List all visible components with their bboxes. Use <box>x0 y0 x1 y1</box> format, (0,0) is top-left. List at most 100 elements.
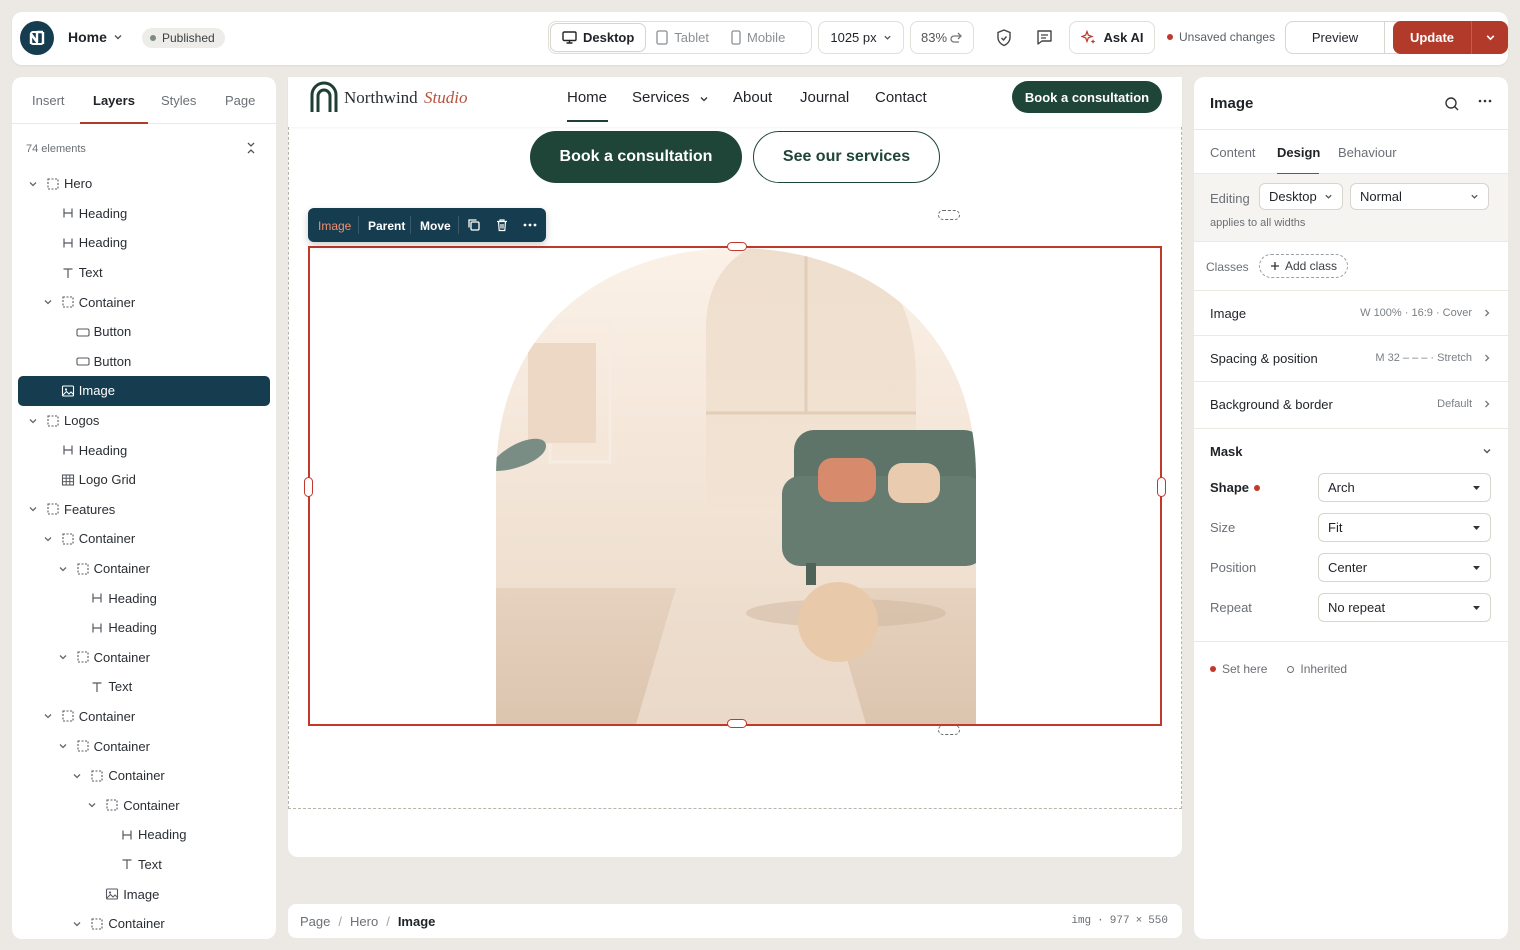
layer-row-container[interactable]: Features <box>18 495 270 525</box>
comment-icon[interactable] <box>1036 29 1053 46</box>
layer-row-text[interactable]: Text <box>18 672 270 702</box>
resize-handle-right[interactable] <box>1157 477 1166 497</box>
tab-insert[interactable]: Insert <box>32 93 65 108</box>
search-icon[interactable] <box>1444 96 1460 112</box>
device-tablet-button[interactable]: Tablet <box>645 24 720 51</box>
spacing-handle-top[interactable] <box>938 210 960 220</box>
layer-row-heading[interactable]: Heading <box>18 435 270 465</box>
layer-row-heading[interactable]: Heading <box>18 613 270 643</box>
editing-device-select[interactable]: Desktop <box>1259 183 1343 210</box>
layer-row-container[interactable]: Hero <box>18 169 270 199</box>
site-nav-contact[interactable]: Contact <box>875 89 927 106</box>
breadcrumb-page[interactable]: Page <box>300 914 330 929</box>
chevron-down-icon[interactable] <box>43 297 53 307</box>
tab-layers[interactable]: Layers <box>93 93 135 108</box>
tab-styles[interactable]: Styles <box>161 93 196 108</box>
layer-row-text[interactable]: Text <box>18 850 270 880</box>
chevron-down-icon[interactable] <box>43 711 53 721</box>
section-title: Background & border <box>1210 397 1333 412</box>
section-spacing-position[interactable]: Spacing & position M 32 – – – · Stretch <box>1194 335 1508 380</box>
chevron-down-icon[interactable] <box>58 741 68 751</box>
site-nav-services[interactable]: Services <box>632 89 690 106</box>
layer-row-heading[interactable]: Heading <box>18 199 270 229</box>
app-logo-icon[interactable] <box>20 21 54 55</box>
chevron-down-icon[interactable] <box>58 564 68 574</box>
shield-icon[interactable] <box>996 29 1012 47</box>
tab-design[interactable]: Design <box>1277 145 1320 160</box>
editing-state-select[interactable]: Normal <box>1350 183 1489 210</box>
layer-row-button[interactable]: Button <box>18 317 270 347</box>
device-mobile-button[interactable]: Mobile <box>720 24 796 51</box>
layer-row-heading[interactable]: Heading <box>18 583 270 613</box>
ctx-parent-button[interactable]: Parent <box>368 219 405 233</box>
chevron-down-icon[interactable] <box>58 652 68 662</box>
site-nav-home[interactable]: Home <box>567 89 607 106</box>
applies-note: applies to all widths <box>1210 217 1306 229</box>
ctx-move-button[interactable]: Move <box>420 219 451 233</box>
chevron-down-icon[interactable] <box>28 416 38 426</box>
mask-position-select[interactable]: Center <box>1318 553 1491 582</box>
hero-secondary-button[interactable]: See our services <box>753 131 940 183</box>
chevron-down-icon[interactable] <box>28 179 38 189</box>
trash-icon[interactable] <box>495 218 509 232</box>
layer-row-heading[interactable]: Heading <box>18 228 270 258</box>
zoom-control[interactable]: 83% <box>910 21 974 54</box>
more-horizontal-icon[interactable] <box>523 223 537 227</box>
breadcrumb-hero[interactable]: Hero <box>350 914 378 929</box>
tab-page[interactable]: Page <box>225 93 255 108</box>
layer-row-container[interactable]: Container <box>18 731 270 761</box>
duplicate-icon[interactable] <box>467 218 481 232</box>
layer-row-container[interactable]: Container <box>18 909 270 939</box>
layer-row-container[interactable]: Logos <box>18 406 270 436</box>
layer-row-container[interactable]: Container <box>18 287 270 317</box>
chevron-down-icon[interactable] <box>87 800 97 810</box>
add-class-button[interactable]: Add class <box>1259 254 1348 278</box>
hero-primary-button[interactable]: Book a consultation <box>530 131 742 183</box>
resize-handle-left[interactable] <box>304 477 313 497</box>
mask-repeat-select[interactable]: No repeat <box>1318 593 1491 622</box>
site-nav-journal[interactable]: Journal <box>800 89 849 106</box>
breadcrumb-separator: / <box>338 914 342 929</box>
spacing-handle-bottom[interactable] <box>938 725 960 735</box>
layer-row-container[interactable]: Container <box>18 761 270 791</box>
tab-behaviour[interactable]: Behaviour <box>1338 145 1397 160</box>
layer-row-container[interactable]: Container <box>18 702 270 732</box>
preview-button[interactable]: Preview <box>1285 21 1385 54</box>
chevron-down-icon[interactable] <box>43 534 53 544</box>
section-image[interactable]: Image W 100% · 16:9 · Cover <box>1194 290 1508 335</box>
layer-row-container[interactable]: Container <box>18 643 270 673</box>
tab-content[interactable]: Content <box>1210 145 1256 160</box>
chevron-down-icon[interactable] <box>28 504 38 514</box>
site-navbar[interactable]: Northwind Studio Home Services About Jou… <box>288 77 1182 127</box>
layer-row-container[interactable]: Container <box>18 790 270 820</box>
resize-handle-bottom[interactable] <box>727 719 747 728</box>
collapse-all-icon[interactable] <box>244 141 258 155</box>
inspector-panel: Image Content Design Behaviour Editing D… <box>1194 77 1508 939</box>
layer-row-image[interactable]: Image <box>18 879 270 909</box>
redo-icon[interactable] <box>949 32 963 44</box>
layer-row-container[interactable]: Container <box>18 524 270 554</box>
width-select[interactable]: 1025 px <box>818 21 904 54</box>
layer-row-image[interactable]: Image <box>18 376 270 406</box>
page-selector[interactable]: Home <box>68 29 123 45</box>
ask-ai-button[interactable]: Ask AI <box>1069 21 1155 54</box>
mask-size-select[interactable]: Fit <box>1318 513 1491 542</box>
layer-row-button[interactable]: Button <box>18 347 270 377</box>
resize-handle-top[interactable] <box>727 242 747 251</box>
site-nav-about[interactable]: About <box>733 89 772 106</box>
mask-shape-select[interactable]: Arch <box>1318 473 1491 502</box>
site-nav-cta-button[interactable]: Book a consultation <box>1012 81 1162 113</box>
layer-row-container[interactable]: Container <box>18 554 270 584</box>
section-mask[interactable]: Mask <box>1194 428 1508 473</box>
chevron-down-icon[interactable] <box>72 771 82 781</box>
update-button[interactable]: Update <box>1393 21 1471 54</box>
layer-label: Button <box>93 324 132 340</box>
section-background-border[interactable]: Background & border Default <box>1194 381 1508 426</box>
layer-row-grid[interactable]: Logo Grid <box>18 465 270 495</box>
device-desktop-button[interactable]: Desktop <box>551 24 646 51</box>
layer-row-heading[interactable]: Heading <box>18 820 270 850</box>
chevron-down-icon[interactable] <box>72 919 82 929</box>
more-horizontal-icon[interactable] <box>1478 99 1492 103</box>
update-options-button[interactable] <box>1471 21 1508 54</box>
layer-row-text[interactable]: Text <box>18 258 270 288</box>
